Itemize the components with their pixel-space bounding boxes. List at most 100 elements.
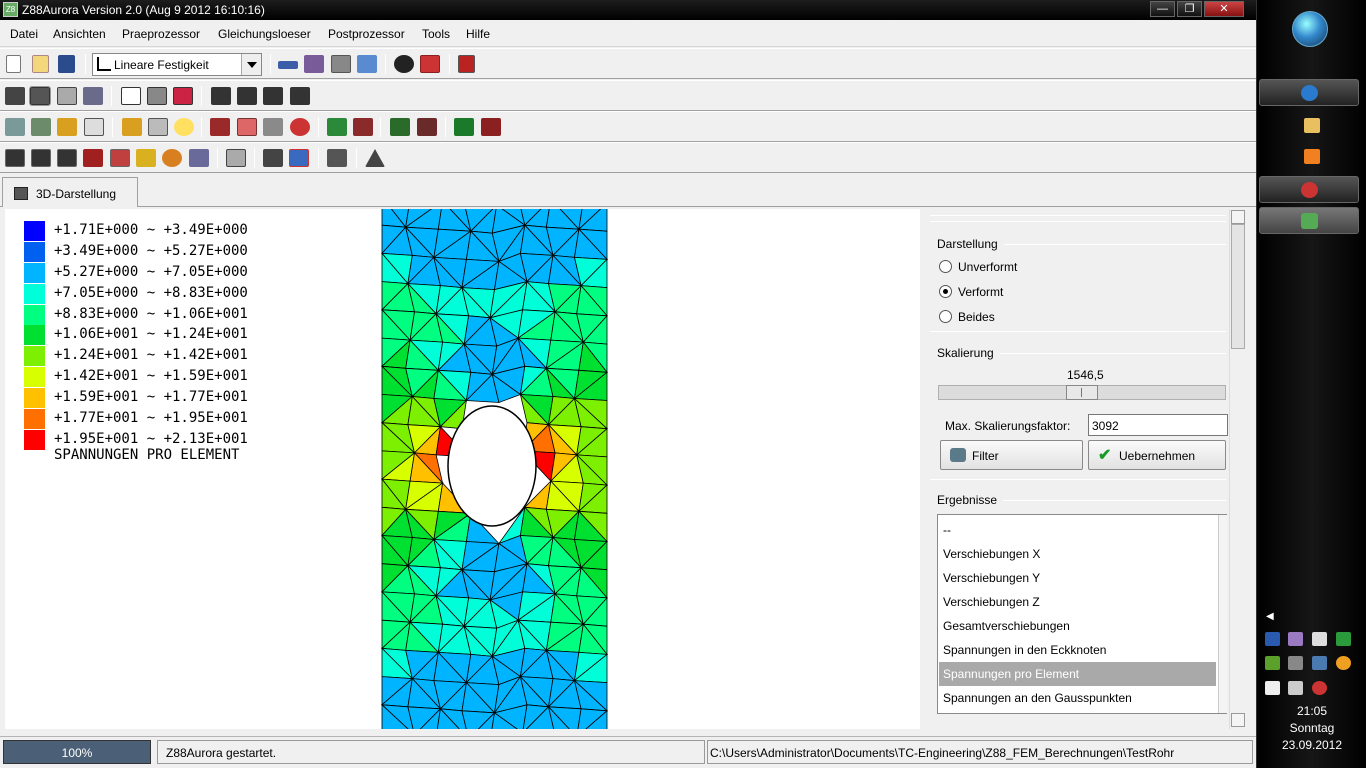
material-icon[interactable]	[83, 149, 103, 167]
exit-icon[interactable]	[458, 55, 475, 73]
results-list-item[interactable]: --	[939, 518, 1216, 542]
radio-unverformt[interactable]	[939, 260, 952, 273]
mesh-green-icon[interactable]	[327, 118, 347, 136]
results-list-item[interactable]: Spannungen an den Gausspunkten	[939, 686, 1216, 710]
menu-ansichten[interactable]: Ansichten	[53, 27, 106, 41]
panel-scrollbar[interactable]	[1229, 209, 1246, 729]
arrow-right-icon[interactable]	[278, 61, 298, 69]
spider-icon[interactable]	[394, 55, 414, 73]
menu-gleichungsloeser[interactable]: Gleichungsloeser	[218, 27, 311, 41]
import-icon[interactable]	[58, 55, 75, 73]
z88-app-icon[interactable]: Z8	[3, 2, 18, 17]
tray-phone-icon[interactable]	[1336, 632, 1351, 646]
move-icon[interactable]	[84, 118, 104, 136]
scroll-down-icon[interactable]	[1231, 713, 1245, 727]
calendar-icon[interactable]	[110, 149, 130, 167]
section-icon[interactable]	[31, 118, 51, 136]
rotate-z-icon[interactable]	[263, 87, 283, 105]
results-list[interactable]: -- Verschiebungen X Verschiebungen Y Versch…	[937, 514, 1227, 714]
rotate-x-icon[interactable]	[211, 87, 231, 105]
analysis-type-select[interactable]: Lineare Festigkeit	[92, 53, 262, 76]
settings-icon[interactable]	[122, 118, 142, 136]
results-list-item[interactable]: Verschiebungen X	[939, 542, 1216, 566]
volume-muted-icon[interactable]	[1312, 681, 1327, 695]
wireframe-view-icon[interactable]	[57, 87, 77, 105]
menu-hilfe[interactable]: Hilfe	[466, 27, 490, 41]
scrollbar-thumb[interactable]	[1231, 224, 1245, 349]
stp-export-icon[interactable]	[5, 149, 25, 167]
chevron-down-icon[interactable]	[241, 54, 261, 75]
signal-icon[interactable]	[1288, 681, 1303, 695]
filter-red-icon[interactable]	[237, 118, 257, 136]
brush-icon[interactable]	[173, 87, 193, 105]
results-list-item[interactable]: Spannungen pro Element	[939, 662, 1216, 686]
dimension-icon[interactable]	[226, 149, 246, 167]
results-list-item[interactable]: Verschiebungen Z	[939, 590, 1216, 614]
columns-icon[interactable]	[327, 149, 347, 167]
node-red-icon[interactable]	[417, 118, 437, 136]
taskbar-internet-explorer[interactable]	[1259, 79, 1359, 106]
menu-postprozessor[interactable]: Postprozessor	[328, 27, 405, 41]
aid-kit-icon[interactable]	[420, 55, 440, 73]
radio-beides[interactable]	[939, 310, 952, 323]
media-player-icon[interactable]	[1304, 149, 1320, 164]
loads-icon[interactable]	[136, 149, 156, 167]
solver-icon[interactable]	[304, 55, 324, 73]
minimize-button[interactable]: —	[1150, 1, 1175, 17]
compass-icon[interactable]	[263, 149, 283, 167]
max-scale-input[interactable]: 3092	[1088, 414, 1228, 436]
lightbulb-icon[interactable]	[174, 118, 194, 136]
layers-icon[interactable]	[147, 87, 167, 105]
results-list-item[interactable]: Spannungen in den Eckknoten	[939, 638, 1216, 662]
open-folder-icon[interactable]	[32, 55, 49, 73]
tray-table-icon[interactable]	[1288, 656, 1303, 670]
dxf-export-icon[interactable]	[57, 149, 77, 167]
explorer-folder-icon[interactable]	[1304, 118, 1320, 133]
tray-m-icon[interactable]	[1265, 632, 1280, 646]
rotate-y-icon[interactable]	[237, 87, 257, 105]
mesh-red-icon[interactable]	[353, 118, 373, 136]
scroll-up-icon[interactable]	[1231, 210, 1245, 224]
nvidia-icon[interactable]	[1265, 656, 1280, 670]
tray-expand-icon[interactable]: ◀	[1266, 611, 1274, 622]
new-file-icon[interactable]	[6, 55, 21, 73]
results-list-scrollbar[interactable]	[1218, 515, 1227, 713]
pressure-icon[interactable]	[162, 149, 182, 167]
menu-datei[interactable]: Datei	[10, 27, 38, 41]
radio-verformt[interactable]	[939, 285, 952, 298]
table-icon[interactable]	[331, 55, 351, 73]
taskbar-z88aurora[interactable]	[1259, 207, 1359, 234]
triangle-mesh-icon[interactable]	[365, 149, 385, 167]
network-tray-icon[interactable]	[1312, 656, 1327, 670]
edit-icon[interactable]	[148, 118, 168, 136]
bug-icon[interactable]	[210, 118, 230, 136]
update-icon[interactable]	[1336, 656, 1351, 670]
filter-button[interactable]: Filter	[940, 440, 1083, 470]
results-list-item[interactable]: Verschiebungen Y	[939, 566, 1216, 590]
solid-view-icon[interactable]	[5, 87, 25, 105]
menu-praeprozessor[interactable]: Praeprozessor	[122, 27, 200, 41]
network-icon[interactable]	[357, 55, 377, 73]
rotate-axes-icon[interactable]	[290, 87, 310, 105]
start-button-icon[interactable]	[1292, 11, 1328, 47]
zoom-z-icon[interactable]	[57, 118, 77, 136]
element-green-icon[interactable]	[454, 118, 474, 136]
taskbar-app-red[interactable]	[1259, 176, 1359, 203]
action-center-flag-icon[interactable]	[1312, 632, 1327, 646]
tray-app-icon[interactable]	[1288, 632, 1303, 646]
element-red-icon[interactable]	[481, 118, 501, 136]
menu-tools[interactable]: Tools	[422, 27, 450, 41]
3d-viewport[interactable]: +1.71E+000 ~ +3.49E+000 +3.49E+000 ~ +5.2…	[5, 209, 920, 729]
scale-slider-thumb[interactable]	[1066, 385, 1098, 400]
tree-icon[interactable]	[263, 118, 283, 136]
maximize-button[interactable]: ❐	[1177, 1, 1202, 17]
no-entry-icon[interactable]	[290, 118, 310, 136]
shaded-view-icon[interactable]	[29, 86, 51, 106]
clock-time[interactable]: 21:05	[1257, 704, 1366, 718]
tab-3d-darstellung[interactable]: 3D-Darstellung	[2, 177, 138, 207]
light-view-icon[interactable]	[83, 87, 103, 105]
plane-icon[interactable]	[5, 118, 25, 136]
uebernehmen-button[interactable]: ✔ Uebernehmen	[1088, 440, 1226, 470]
close-button[interactable]: ✕	[1204, 1, 1244, 17]
stl-export-icon[interactable]	[31, 149, 51, 167]
